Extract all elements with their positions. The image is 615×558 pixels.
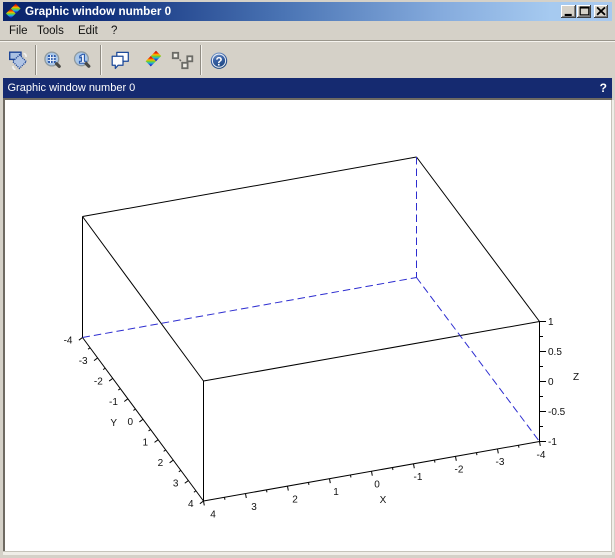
svg-text:X: X xyxy=(380,495,387,506)
svg-text:4: 4 xyxy=(188,499,194,510)
svg-text:0: 0 xyxy=(548,377,554,388)
svg-text:-4: -4 xyxy=(64,336,73,347)
svg-text:2: 2 xyxy=(158,458,164,469)
svg-text:3: 3 xyxy=(251,502,257,513)
svg-text:1: 1 xyxy=(548,317,554,328)
svg-text:4: 4 xyxy=(210,509,216,520)
svg-text:Y: Y xyxy=(110,418,117,429)
svg-text:1: 1 xyxy=(143,438,149,449)
svg-text:0: 0 xyxy=(127,417,133,428)
svg-text:-1: -1 xyxy=(548,437,557,448)
svg-text:2: 2 xyxy=(292,494,298,505)
svg-text:-3: -3 xyxy=(79,356,88,367)
svg-text:-2: -2 xyxy=(455,465,464,476)
svg-text:1: 1 xyxy=(333,487,339,498)
svg-text:-3: -3 xyxy=(496,457,505,468)
svg-text:0.5: 0.5 xyxy=(548,347,562,358)
svg-text:-0.5: -0.5 xyxy=(548,407,566,418)
svg-text:0: 0 xyxy=(374,480,380,491)
svg-text:-1: -1 xyxy=(109,397,118,408)
svg-text:3: 3 xyxy=(173,479,179,490)
svg-text:-1: -1 xyxy=(414,472,423,483)
svg-text:-2: -2 xyxy=(94,376,103,387)
svg-text:Z: Z xyxy=(573,372,579,383)
svg-text:-4: -4 xyxy=(537,450,546,461)
